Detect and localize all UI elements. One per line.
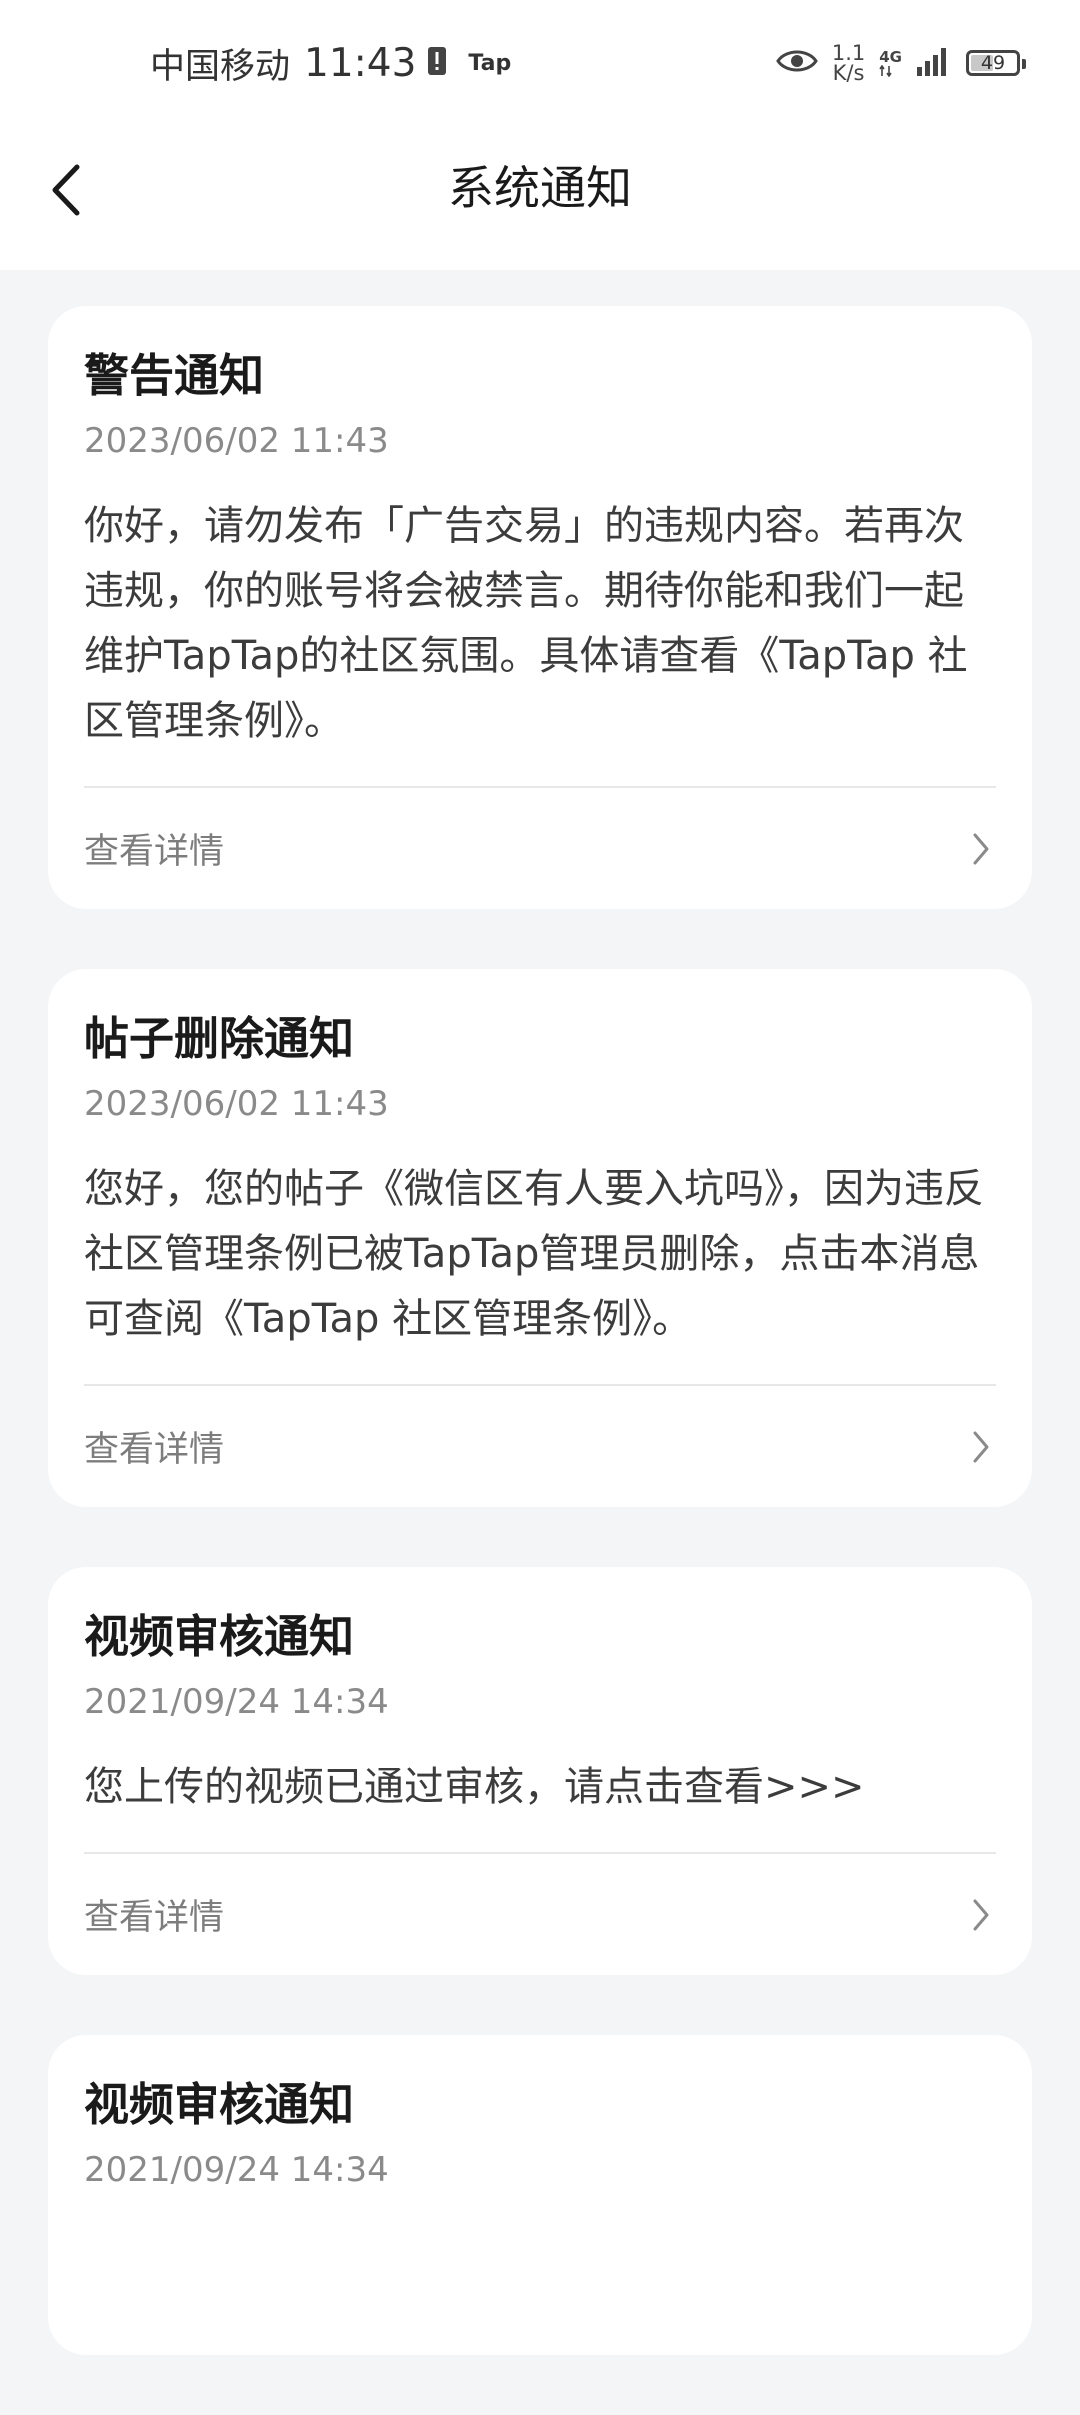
nav-bar: 系统通知 bbox=[0, 125, 1080, 270]
page-title: 系统通知 bbox=[448, 161, 632, 215]
notification-body: 您上传的视频已通过审核，请点击查看>>> bbox=[84, 1764, 865, 1810]
notification-list: 警告通知 2023/06/02 11:43 你好，请勿发布「广告交易」的违规内容… bbox=[48, 306, 1032, 2415]
view-details-label: 查看详情 bbox=[84, 832, 225, 872]
notification-title: 警告通知 bbox=[84, 349, 265, 402]
network-type: 4G bbox=[879, 49, 902, 77]
view-details-label: 查看详情 bbox=[84, 1430, 225, 1470]
sim-alert-icon bbox=[426, 45, 448, 81]
battery-level: 49 bbox=[980, 52, 1006, 74]
signal-icon bbox=[916, 45, 952, 81]
notification-body: 您好，您的帖子《微信区有人要入坑吗》，因为违反社区管理条例已被TapTap管理员… bbox=[84, 1166, 984, 1342]
eye-icon bbox=[776, 46, 818, 80]
notification-date: 2023/06/02 11:43 bbox=[84, 1084, 389, 1124]
clock: 11:43 bbox=[304, 40, 417, 86]
notification-card[interactable]: 视频审核通知 2021/09/24 14:34 bbox=[48, 2035, 1032, 2355]
notification-card[interactable]: 帖子删除通知 2023/06/02 11:43 您好，您的帖子《微信区有人要入坑… bbox=[48, 969, 1032, 1507]
notification-title: 视频审核通知 bbox=[84, 2078, 355, 2131]
status-bar: 中国移动 11:43 Tap 1.1 K/s 4G 49 bbox=[0, 0, 1080, 125]
data-arrows-icon bbox=[879, 65, 892, 77]
carrier-name: 中国移动 bbox=[150, 46, 291, 87]
notification-body: 你好，请勿发布「广告交易」的违规内容。若再次违规，你的账号将会被禁言。期待你能和… bbox=[84, 503, 968, 744]
chevron-right-icon bbox=[966, 829, 996, 869]
notification-card[interactable]: 警告通知 2023/06/02 11:43 你好，请勿发布「广告交易」的违规内容… bbox=[48, 306, 1032, 909]
view-details-row[interactable]: 查看详情 bbox=[84, 1386, 996, 1507]
network-speed-value: 1.1 bbox=[831, 41, 866, 65]
view-details-label: 查看详情 bbox=[84, 1898, 225, 1938]
chevron-right-icon bbox=[966, 1895, 996, 1935]
network-speed: 1.1 K/s bbox=[831, 41, 866, 85]
status-bar-right: 1.1 K/s 4G 49 bbox=[776, 38, 1026, 88]
notification-card[interactable]: 视频审核通知 2021/09/24 14:34 您上传的视频已通过审核，请点击查… bbox=[48, 1567, 1032, 1975]
notification-title: 帖子删除通知 bbox=[84, 1012, 355, 1065]
network-speed-unit: K/s bbox=[832, 61, 865, 85]
taptap-notification-icon: Tap bbox=[468, 50, 512, 76]
view-details-row[interactable]: 查看详情 bbox=[84, 788, 996, 909]
status-bar-left: 中国移动 11:43 Tap bbox=[150, 38, 511, 88]
notification-date: 2023/06/02 11:43 bbox=[84, 421, 389, 461]
network-type-label: 4G bbox=[879, 48, 902, 66]
notification-date: 2021/09/24 14:34 bbox=[84, 1682, 389, 1722]
view-details-row[interactable]: 查看详情 bbox=[84, 1854, 996, 1975]
chevron-right-icon bbox=[966, 1427, 996, 1467]
battery-icon: 49 bbox=[966, 50, 1026, 76]
notification-date: 2021/09/24 14:34 bbox=[84, 2150, 389, 2190]
notification-title: 视频审核通知 bbox=[84, 1610, 355, 1663]
